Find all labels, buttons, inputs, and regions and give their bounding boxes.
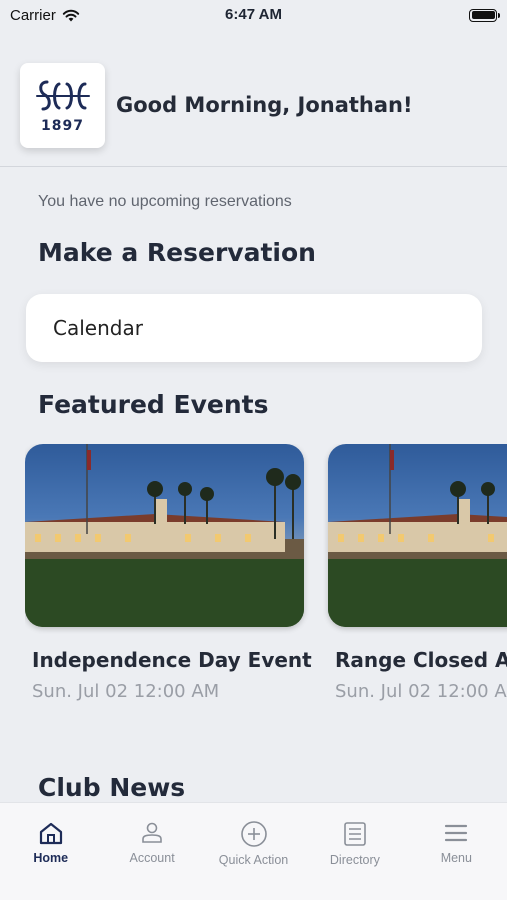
directory-icon — [344, 822, 366, 846]
menu-icon — [445, 824, 468, 842]
status-bar: Carrier — [0, 0, 507, 30]
logo-year: 1897 — [41, 118, 84, 134]
no-reservations-message: You have no upcoming reservations — [38, 193, 292, 210]
event-card[interactable]: Range Closed All Day Sun. Jul 02 12:00 A… — [328, 444, 507, 702]
make-reservation-title: Make a Reservation — [38, 238, 316, 267]
club-news-title: Club News — [38, 773, 186, 802]
event-date: Sun. Jul 02 12:00 AM — [32, 681, 220, 702]
tab-bar: Home Account Quick Action Directory Menu — [0, 802, 507, 900]
header-divider — [0, 166, 507, 167]
event-image — [328, 444, 507, 627]
tab-label: Menu — [440, 851, 472, 865]
tab-label: Quick Action — [218, 853, 289, 867]
tab-label: Account — [129, 851, 175, 865]
account-icon — [142, 822, 162, 843]
tab-label: Directory — [329, 853, 380, 867]
event-card[interactable]: Independence Day Event Sun. Jul 02 12:00… — [25, 444, 312, 702]
featured-events-title: Featured Events — [38, 390, 269, 419]
wifi-icon — [62, 9, 80, 21]
event-title: Independence Day Event — [32, 648, 312, 672]
home-icon — [39, 822, 62, 845]
featured-events-carousel[interactable]: Independence Day Event Sun. Jul 02 12:00… — [25, 444, 507, 714]
tab-directory[interactable]: Directory — [304, 803, 405, 900]
event-image — [25, 444, 304, 627]
calendar-button[interactable]: Calendar — [26, 294, 482, 362]
carrier-label: Carrier — [10, 6, 56, 24]
tab-label: Home — [33, 851, 69, 865]
tab-menu[interactable]: Menu — [406, 803, 507, 900]
battery-icon — [469, 8, 500, 22]
club-logo[interactable]: 1897 — [20, 62, 105, 148]
greeting-text: Good Morning, Jonathan! — [116, 93, 413, 117]
plus-circle-icon — [240, 821, 267, 847]
tab-account[interactable]: Account — [101, 803, 202, 900]
monogram-icon — [35, 80, 90, 111]
tab-quick-action[interactable]: Quick Action — [203, 803, 304, 900]
tab-home[interactable]: Home — [0, 803, 101, 900]
event-title: Range Closed All Day — [335, 648, 507, 672]
calendar-label: Calendar — [53, 316, 143, 340]
event-date: Sun. Jul 02 12:00 AM — [335, 681, 507, 702]
header: 1897 Good Morning, Jonathan! — [20, 62, 507, 148]
